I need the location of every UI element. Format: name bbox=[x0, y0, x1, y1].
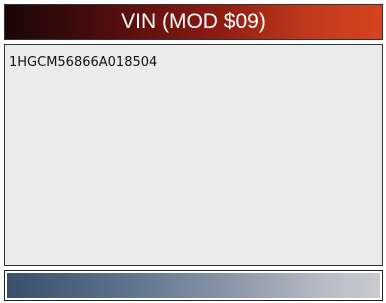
status-bar-fill bbox=[7, 273, 380, 298]
vin-value: 1HGCM56866A018504 bbox=[9, 55, 158, 70]
page-title: VIN (MOD $09) bbox=[121, 10, 266, 33]
scan-tool-screen: VIN (MOD $09) 1HGCM56866A018504 bbox=[0, 0, 386, 303]
vin-display-panel: 1HGCM56866A018504 bbox=[4, 44, 383, 266]
status-bar bbox=[4, 270, 383, 301]
title-bar: VIN (MOD $09) bbox=[4, 4, 383, 40]
